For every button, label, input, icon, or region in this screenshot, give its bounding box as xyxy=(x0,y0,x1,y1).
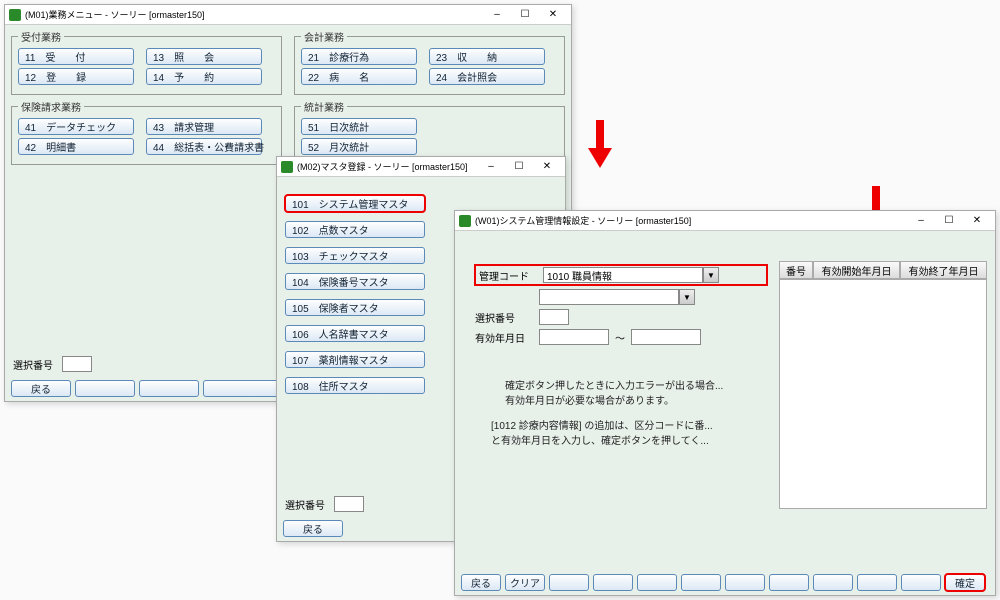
menu-23-receipt[interactable]: 23 収 納 xyxy=(429,48,545,65)
claim-group: 保険請求業務 41 データチェック43 請求管理 42 明細書44 総括表・公費… xyxy=(11,99,282,165)
table-header: 番号 有効開始年月日 有効終了年月日 xyxy=(779,261,987,279)
date-separator: ～ xyxy=(615,330,625,345)
menu-43-claimmgmt[interactable]: 43 請求管理 xyxy=(146,118,262,135)
menu-107-drug[interactable]: 107 薬剤情報マスタ xyxy=(285,351,425,368)
code-value[interactable]: 1010 職員情報 xyxy=(543,267,703,283)
minimize-icon[interactable]: – xyxy=(483,6,511,24)
back-button[interactable]: 戻る xyxy=(461,574,501,591)
menu-22-disease[interactable]: 22 病 名 xyxy=(301,68,417,85)
footer-btn-5[interactable] xyxy=(637,574,677,591)
app-icon xyxy=(281,161,293,173)
notice-1: 確定ボタン押したときに入力エラーが出る場合... 有効年月日が必要な場合がありま… xyxy=(505,379,767,409)
minimize-icon[interactable]: – xyxy=(477,158,505,176)
menu-102-point[interactable]: 102 点数マスタ xyxy=(285,221,425,238)
clear-button[interactable]: クリア xyxy=(505,574,545,591)
menu-21-treatment[interactable]: 21 診療行為 xyxy=(301,48,417,65)
accounting-group: 会計業務 21 診療行為23 収 納 22 病 名24 会計照会 xyxy=(294,29,565,95)
menu-14-reserve[interactable]: 14 予 約 xyxy=(146,68,262,85)
menu-42-detail[interactable]: 42 明細書 xyxy=(18,138,134,155)
footer-btn-9[interactable] xyxy=(813,574,853,591)
selection-input[interactable] xyxy=(539,309,569,325)
footer-btn-3[interactable] xyxy=(139,380,199,397)
menu-106-name[interactable]: 106 人名辞書マスタ xyxy=(285,325,425,342)
reception-group: 受付業務 11 受 付13 照 会 12 登 録14 予 約 xyxy=(11,29,282,95)
confirm-button[interactable]: 確定 xyxy=(945,574,985,591)
notice-2: [1012 診療内容情報] の追加は、区分コードに番... と有効年月日を入力し… xyxy=(491,419,767,449)
footer-btn-10[interactable] xyxy=(857,574,897,591)
sub-combo[interactable]: ▼ xyxy=(539,289,695,305)
col-end: 有効終了年月日 xyxy=(900,261,987,279)
flow-arrow-1 xyxy=(588,120,612,176)
titlebar: (W01)システム管理情報設定 - ソーリー [ormaster150] – ☐… xyxy=(455,211,995,231)
col-num: 番号 xyxy=(779,261,813,279)
sub-value[interactable] xyxy=(539,289,679,305)
footer-bar: 戻る クリア 確定 xyxy=(461,574,989,591)
window-title: (M02)マスタ登録 - ソーリー [ormaster150] xyxy=(297,160,477,173)
menu-108-address[interactable]: 108 住所マスタ xyxy=(285,377,425,394)
footer-btn-8[interactable] xyxy=(769,574,809,591)
system-settings-window: (W01)システム管理情報設定 - ソーリー [ormaster150] – ☐… xyxy=(454,210,996,596)
minimize-icon[interactable]: – xyxy=(907,212,935,230)
footer-btn-2[interactable] xyxy=(75,380,135,397)
menu-41-datacheck[interactable]: 41 データチェック xyxy=(18,118,134,135)
footer-btn-11[interactable] xyxy=(901,574,941,591)
selection-input[interactable] xyxy=(334,496,364,512)
code-label: 管理コード xyxy=(479,268,543,283)
footer-btn-3[interactable] xyxy=(549,574,589,591)
titlebar: (M02)マスタ登録 - ソーリー [ormaster150] – ☐ ✕ xyxy=(277,157,565,177)
menu-105-insurer[interactable]: 105 保険者マスタ xyxy=(285,299,425,316)
menu-103-check[interactable]: 103 チェックマスタ xyxy=(285,247,425,264)
date-label: 有効年月日 xyxy=(475,330,539,345)
footer-btn-4[interactable] xyxy=(593,574,633,591)
sel-label: 選択番号 xyxy=(475,310,539,325)
menu-101-system[interactable]: 101 システム管理マスタ xyxy=(285,195,425,212)
window-title: (M01)業務メニュー - ソーリー [ormaster150] xyxy=(25,8,483,21)
menu-11-reception[interactable]: 11 受 付 xyxy=(18,48,134,65)
menu-104-insnum[interactable]: 104 保険番号マスタ xyxy=(285,273,425,290)
date-to-input[interactable] xyxy=(631,329,701,345)
code-row: 管理コード 1010 職員情報 ▼ xyxy=(475,265,767,285)
app-icon xyxy=(459,215,471,227)
col-start: 有効開始年月日 xyxy=(813,261,900,279)
menu-44-summary[interactable]: 44 総括表・公費請求書 xyxy=(146,138,262,155)
menu-12-register[interactable]: 12 登 録 xyxy=(18,68,134,85)
selection-label: 選択番号 xyxy=(13,357,53,372)
menu-52-monthly[interactable]: 52 月次統計 xyxy=(301,138,417,155)
back-button[interactable]: 戻る xyxy=(11,380,71,397)
maximize-icon[interactable]: ☐ xyxy=(935,212,963,230)
close-icon[interactable]: ✕ xyxy=(963,212,991,230)
maximize-icon[interactable]: ☐ xyxy=(511,6,539,24)
footer-btn-7[interactable] xyxy=(725,574,765,591)
menu-51-daily[interactable]: 51 日次統計 xyxy=(301,118,417,135)
date-from-input[interactable] xyxy=(539,329,609,345)
result-list[interactable] xyxy=(779,279,987,509)
chevron-down-icon[interactable]: ▼ xyxy=(703,267,719,283)
titlebar: (M01)業務メニュー - ソーリー [ormaster150] – ☐ ✕ xyxy=(5,5,571,25)
menu-24-acctinquiry[interactable]: 24 会計照会 xyxy=(429,68,545,85)
back-button[interactable]: 戻る xyxy=(283,520,343,537)
selection-input[interactable] xyxy=(62,356,92,372)
close-icon[interactable]: ✕ xyxy=(539,6,567,24)
maximize-icon[interactable]: ☐ xyxy=(505,158,533,176)
selection-label: 選択番号 xyxy=(285,497,325,512)
close-icon[interactable]: ✕ xyxy=(533,158,561,176)
chevron-down-icon[interactable]: ▼ xyxy=(679,289,695,305)
window-title: (W01)システム管理情報設定 - ソーリー [ormaster150] xyxy=(475,214,907,227)
code-combo[interactable]: 1010 職員情報 ▼ xyxy=(543,267,719,283)
app-icon xyxy=(9,9,21,21)
menu-13-inquiry[interactable]: 13 照 会 xyxy=(146,48,262,65)
footer-btn-6[interactable] xyxy=(681,574,721,591)
